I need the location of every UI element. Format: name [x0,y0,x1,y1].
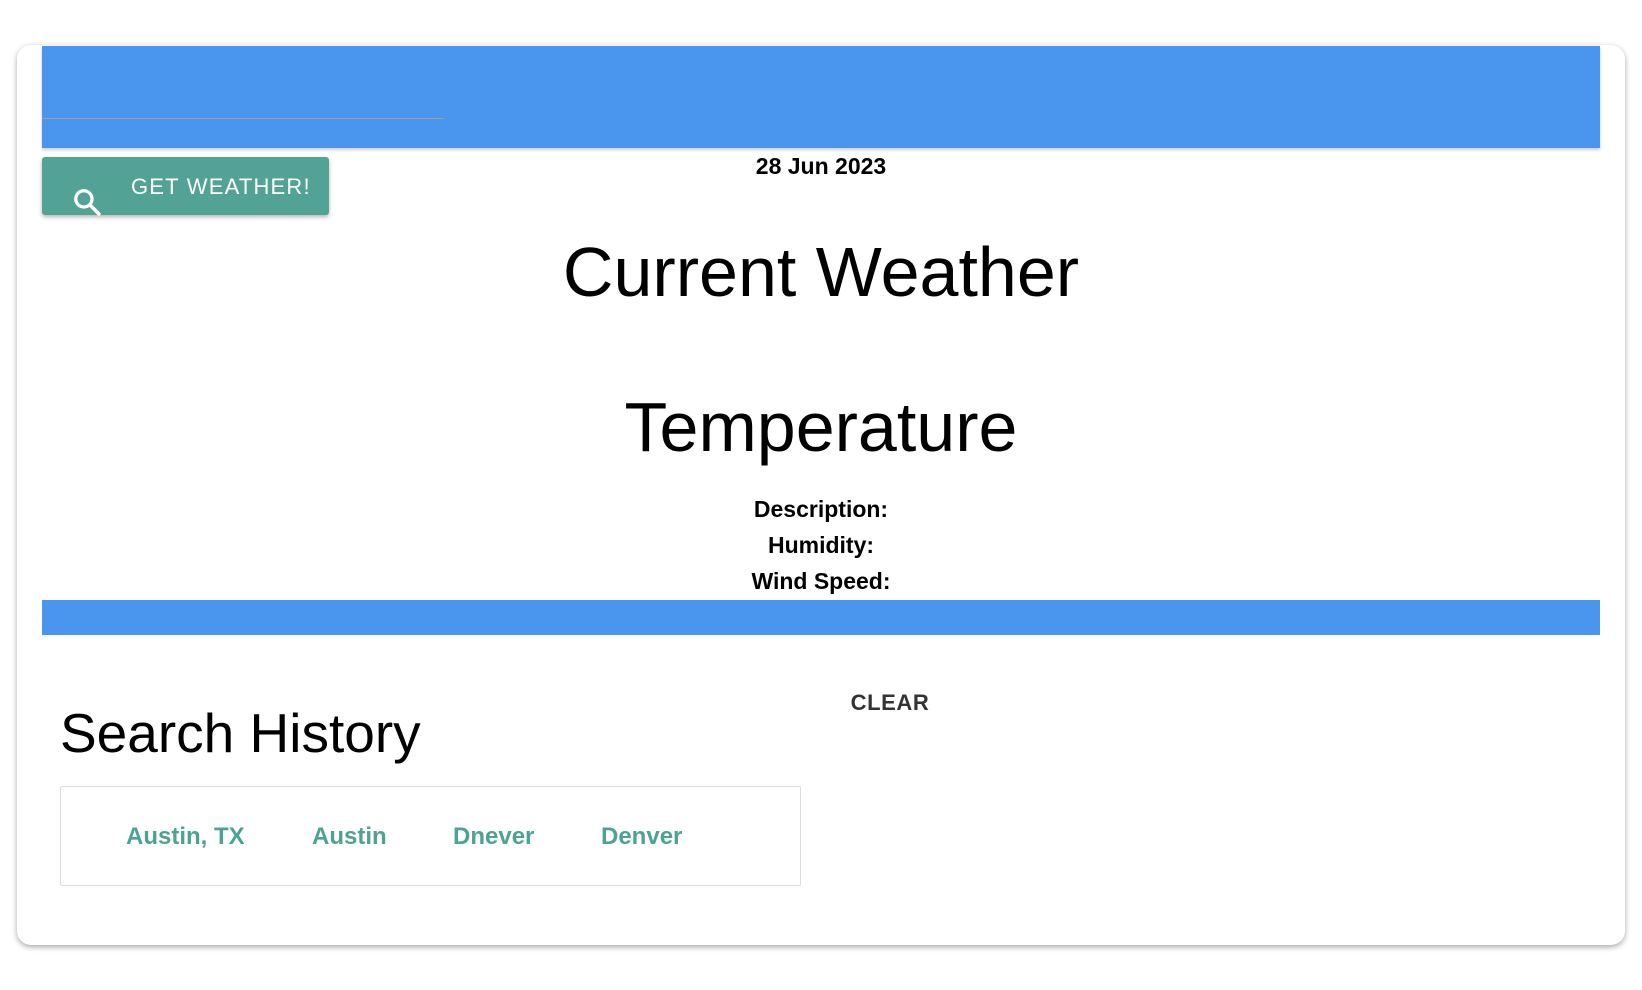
history-item-denver[interactable]: Denver [601,823,682,851]
top-banner [42,46,1600,148]
history-item-austin-tx[interactable]: Austin, TX [126,823,245,851]
wind-speed-label: Wind Speed: [751,568,891,594]
city-input-underline[interactable] [42,118,444,119]
temperature-heading: Temperature [624,388,1018,466]
current-weather-heading: Current Weather [562,233,1080,311]
forecast-bar [42,600,1600,635]
search-icon [74,189,101,216]
description-label: Description: [753,496,889,522]
search-history-title: Search History [60,702,421,764]
history-item-austin[interactable]: Austin [312,823,387,851]
clear-history-button[interactable]: CLEAR [820,685,960,721]
humidity-label: Humidity: [767,532,875,558]
search-history-list: Austin, TX Austin Dnever Denver [60,786,801,886]
history-item-dnever[interactable]: Dnever [453,823,534,851]
current-date: 28 Jun 2023 [755,153,887,179]
